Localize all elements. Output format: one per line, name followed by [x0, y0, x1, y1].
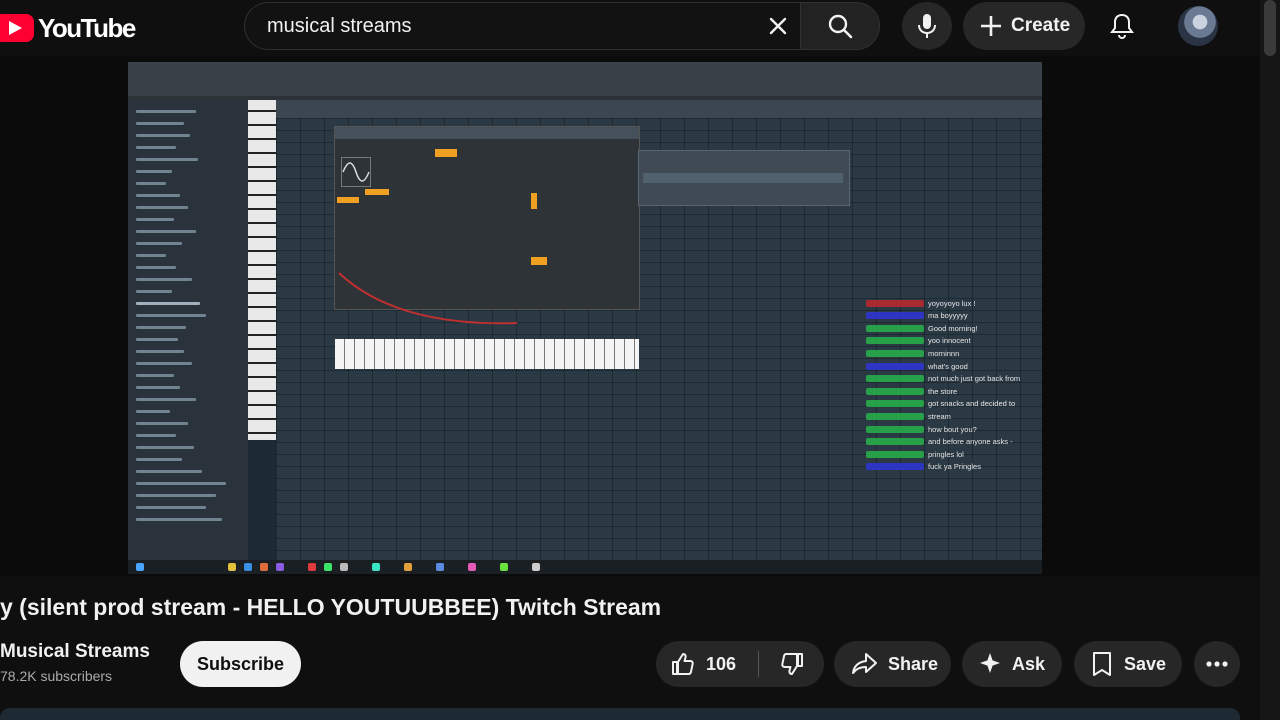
daw-toolbar — [128, 62, 1042, 96]
search-box — [244, 2, 801, 50]
share-button[interactable]: Share — [834, 641, 951, 687]
like-dislike-group: 106 — [656, 641, 824, 687]
chat-message: the store — [866, 386, 957, 396]
ask-button[interactable]: Ask — [962, 641, 1062, 687]
save-button[interactable]: Save — [1074, 641, 1182, 687]
video-title: y (silent prod stream - HELLO YOUTUUBBEE… — [0, 594, 662, 620]
youtube-play-icon — [0, 14, 34, 42]
chat-username — [866, 463, 924, 471]
share-label: Share — [888, 653, 939, 674]
share-icon — [852, 653, 877, 674]
create-button[interactable]: Create — [963, 2, 1085, 50]
thumbs-down-icon — [781, 653, 803, 675]
pattern-window — [638, 150, 850, 206]
chat-username — [866, 450, 924, 458]
chat-message: morninnn — [866, 348, 959, 358]
like-button[interactable]: 106 — [656, 641, 758, 687]
plus-icon — [981, 16, 1001, 36]
clear-search-button[interactable] — [756, 8, 800, 44]
synth-plugin-window — [334, 126, 640, 369]
notifications-button[interactable] — [1100, 6, 1144, 46]
chat-message: pringles lol — [866, 449, 964, 459]
search-icon — [828, 14, 853, 39]
chat-message: got snacks and decided to — [866, 399, 1015, 409]
subscriber-count: 78.2K subscribers — [0, 668, 113, 684]
bell-icon — [1110, 13, 1134, 39]
like-divider — [758, 651, 759, 677]
bookmark-icon — [1093, 652, 1111, 676]
chat-text: not much just got back from — [928, 374, 1021, 384]
chat-text: pringles lol — [928, 449, 964, 459]
microphone-icon — [918, 14, 936, 38]
logo-text: YouTube — [38, 12, 136, 43]
more-horizontal-icon — [1206, 661, 1228, 667]
chat-username — [866, 312, 924, 320]
chat-username — [866, 387, 924, 395]
daw-browser-panel — [128, 100, 248, 560]
more-actions-button[interactable] — [1194, 641, 1240, 687]
page-scrollbar[interactable] — [1264, 0, 1276, 56]
chat-username — [866, 425, 924, 433]
chat-text: stream — [928, 411, 951, 421]
chat-text: how bout you? — [928, 424, 977, 434]
envelope-curve — [338, 272, 518, 325]
close-icon — [769, 17, 787, 35]
chat-username — [866, 337, 924, 345]
chat-username — [866, 299, 924, 307]
chat-text: and before anyone asks - — [928, 437, 1013, 447]
channel-name[interactable]: Musical Streams — [0, 641, 150, 663]
chat-message: how bout you? — [866, 424, 977, 434]
account-avatar[interactable] — [1178, 6, 1218, 46]
chat-text: morninnn — [928, 348, 960, 358]
sparkle-icon — [980, 653, 1000, 673]
chat-username — [866, 375, 924, 383]
chat-message: what's good — [866, 361, 968, 371]
chat-message: yoyoyoyo lux ! — [866, 298, 976, 308]
like-count: 106 — [706, 653, 737, 674]
chat-message: and before anyone asks - — [866, 437, 1013, 447]
page-scroll-track — [1260, 0, 1280, 720]
daw-timeline-ruler — [276, 100, 1042, 118]
ask-label: Ask — [1012, 653, 1046, 674]
stream-chat-overlay: yoyoyoyo lux ! ma boyyyyy Good morning! yoo… — [866, 298, 1042, 478]
chat-message: not much just got back from — [866, 374, 1020, 384]
chat-message: Good morning! — [866, 323, 978, 333]
chat-username — [866, 412, 924, 420]
chat-username — [866, 324, 924, 332]
chat-username — [866, 400, 924, 408]
chat-text: the store — [928, 386, 958, 396]
chat-text: yoo innocent — [928, 336, 971, 346]
chat-message: stream — [866, 411, 951, 421]
windows-taskbar — [128, 560, 1042, 574]
chat-text: got snacks and decided to — [928, 399, 1016, 409]
voice-search-button[interactable] — [902, 2, 952, 50]
search-input[interactable] — [265, 11, 749, 41]
plugin-keyboard — [335, 339, 639, 369]
save-label: Save — [1124, 653, 1167, 674]
chat-message: fuck ya Pringles — [866, 462, 981, 472]
chat-username — [866, 349, 924, 357]
sine-wave-icon — [342, 162, 370, 182]
chat-message: ma boyyyyy — [866, 311, 968, 321]
chat-username — [866, 362, 924, 370]
chat-text: fuck ya Pringles — [928, 462, 981, 472]
video-frame: yoyoyoyo lux ! ma boyyyyy Good morning! yoo… — [128, 62, 1042, 574]
thumbs-up-icon — [672, 653, 694, 675]
chat-text: what's good — [928, 361, 968, 371]
create-label: Create — [1011, 15, 1071, 36]
dislike-button[interactable] — [760, 641, 824, 687]
chat-text: yoyoyoyo lux ! — [928, 298, 976, 308]
youtube-logo[interactable]: YouTube — [0, 8, 136, 48]
chat-text: Good morning! — [928, 323, 978, 333]
description-box[interactable] — [0, 708, 1240, 720]
chat-username — [866, 438, 924, 446]
masthead: YouTube Create — [0, 0, 1280, 56]
subscribe-button[interactable]: Subscribe — [180, 641, 301, 687]
chat-message: yoo innocent — [866, 336, 971, 346]
chat-text: ma boyyyyy — [928, 311, 968, 321]
search-button[interactable] — [800, 2, 880, 50]
piano-roll-keys — [248, 100, 276, 440]
